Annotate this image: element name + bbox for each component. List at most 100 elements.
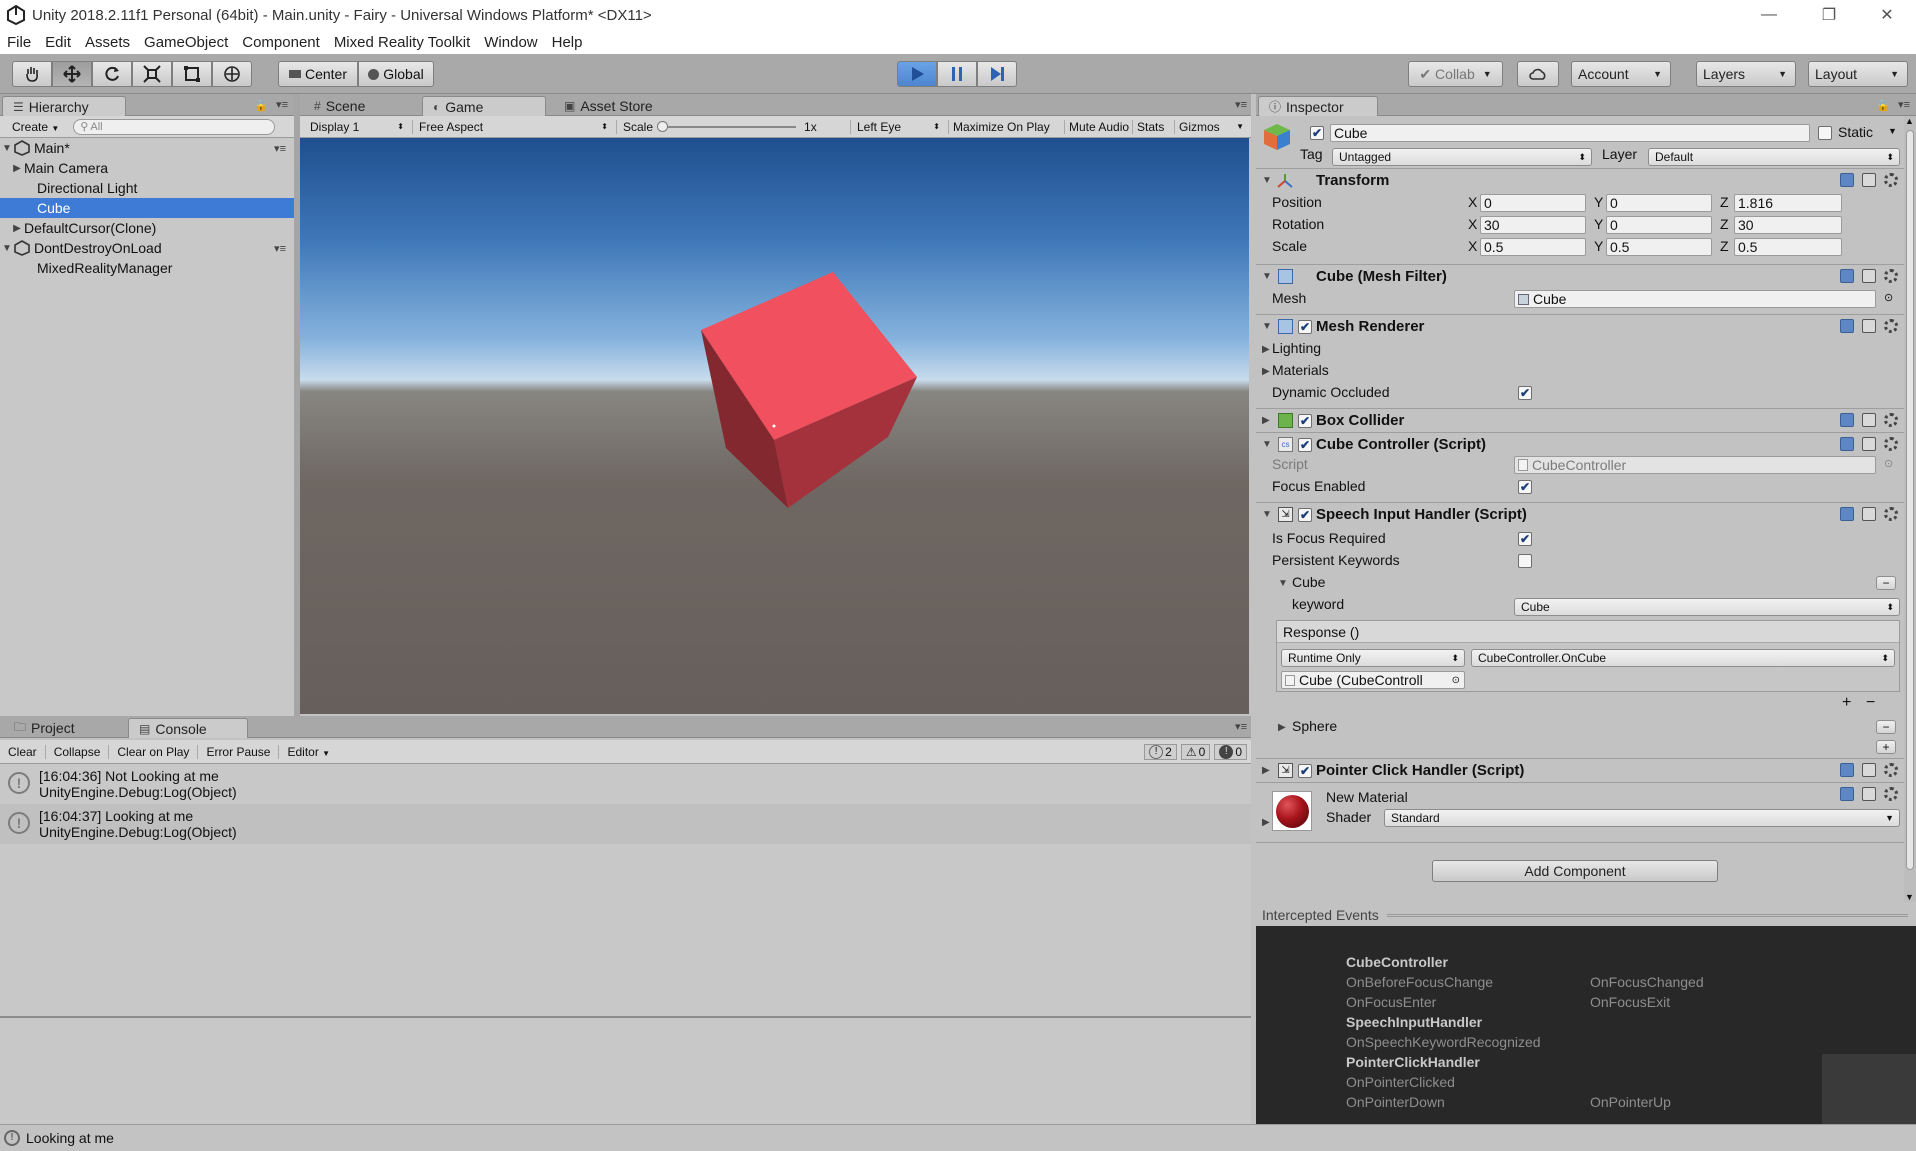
tab-scene[interactable]: # Scene [304, 96, 414, 116]
step-button[interactable] [977, 61, 1017, 87]
fold-arrow-icon[interactable]: ▼ [1278, 578, 1288, 589]
expand-arrow-icon[interactable]: ▶ [10, 163, 24, 174]
fold-arrow-icon[interactable]: ▼ [1262, 175, 1272, 186]
expand-arrow-icon[interactable]: ▶ [10, 223, 24, 234]
console-error-pause-button[interactable]: Error Pause [198, 744, 280, 759]
scale-z-field[interactable]: 0.5 [1734, 238, 1842, 256]
menu-assets[interactable]: Assets [78, 34, 137, 51]
console-clear-on-play-button[interactable]: Clear on Play [109, 744, 199, 759]
fold-arrow-icon[interactable]: ▶ [1262, 366, 1270, 377]
remove-keyword-button[interactable]: − [1876, 720, 1896, 734]
tab-hierarchy[interactable]: ☰ Hierarchy [2, 96, 126, 116]
hierarchy-item-main-camera[interactable]: ▶ Main Camera [0, 158, 294, 178]
fold-arrow-icon[interactable]: ▶ [1262, 765, 1270, 776]
maximize-button[interactable]: ❐ [1806, 0, 1852, 30]
menu-window[interactable]: Window [477, 34, 544, 51]
rect-tool-icon[interactable] [172, 61, 212, 87]
menu-component[interactable]: Component [235, 34, 327, 51]
preset-icon[interactable] [1862, 507, 1876, 521]
transform-component-header[interactable]: ▼ Transform [1256, 168, 1904, 192]
console-entry[interactable]: ! [16:04:36] Not Looking at me UnityEngi… [0, 764, 1251, 804]
gear-icon[interactable] [1884, 763, 1898, 777]
expand-arrow-icon[interactable]: ▼ [0, 243, 14, 254]
tab-asset-store[interactable]: ▣ Asset Store [554, 96, 694, 116]
box-collider-component-header[interactable]: ▶ ✔ Box Collider [1256, 408, 1904, 432]
rotation-y-field[interactable]: 0 [1606, 216, 1712, 234]
lighting-foldout[interactable]: Lighting [1272, 340, 1321, 356]
chevron-down-icon[interactable]: ▼ [1888, 126, 1897, 136]
warning-filter-toggle[interactable]: ⚠ 0 [1180, 743, 1211, 760]
keyword-group-foldout[interactable]: Cube [1292, 574, 1325, 590]
scene-menu-icon[interactable]: ▾≡ [274, 142, 286, 155]
mute-audio-toggle[interactable]: Mute Audio [1064, 119, 1133, 134]
hierarchy-item-mixed-reality-manager[interactable]: MixedRealityManager [0, 258, 294, 278]
materials-foldout[interactable]: Materials [1272, 362, 1329, 378]
scale-y-field[interactable]: 0.5 [1606, 238, 1712, 256]
keyword-dropdown[interactable]: Cube ⬍ [1514, 598, 1900, 616]
preset-icon[interactable] [1862, 763, 1876, 777]
fold-arrow-icon[interactable]: ▶ [1262, 817, 1270, 828]
preset-icon[interactable] [1862, 437, 1876, 451]
preset-icon[interactable] [1862, 787, 1876, 801]
console-entry[interactable]: ! [16:04:37] Looking at me UnityEngine.D… [0, 804, 1251, 844]
expand-arrow-icon[interactable]: ▼ [0, 143, 14, 154]
transform-all-tool-icon[interactable] [212, 61, 252, 87]
menu-gameobject[interactable]: GameObject [137, 34, 235, 51]
position-z-field[interactable]: 1.816 [1734, 194, 1842, 212]
eye-dropdown[interactable]: Left Eye ⬍ [850, 119, 944, 134]
pause-button[interactable] [937, 61, 977, 87]
scroll-down-icon[interactable]: ▼ [1905, 892, 1914, 902]
move-tool-icon[interactable] [52, 61, 92, 87]
panel-menu-icon[interactable]: ▾≡ [1898, 98, 1910, 111]
layout-dropdown[interactable]: Layout ▼ [1808, 61, 1908, 87]
tab-console[interactable]: ▤ Console [128, 718, 248, 738]
remove-keyword-button[interactable]: − [1876, 576, 1896, 590]
object-picker-icon[interactable]: ⊙ [1452, 675, 1460, 686]
layers-dropdown[interactable]: Layers ▼ [1696, 61, 1796, 87]
gear-icon[interactable] [1884, 507, 1898, 521]
component-enabled-checkbox[interactable]: ✔ [1298, 508, 1312, 522]
fold-arrow-icon[interactable]: ▼ [1262, 509, 1272, 520]
event-target-field[interactable]: Cube (CubeControll ⊙ [1281, 671, 1465, 689]
shader-dropdown[interactable]: Standard ▼ [1384, 809, 1900, 827]
game-view-viewport[interactable] [300, 138, 1249, 714]
preset-icon[interactable] [1862, 269, 1876, 283]
tag-dropdown[interactable]: Untagged ⬍ [1332, 148, 1592, 166]
cube-controller-component-header[interactable]: ▼ cs ✔ Cube Controller (Script) [1256, 432, 1904, 456]
layer-dropdown[interactable]: Default ⬍ [1648, 148, 1900, 166]
help-book-icon[interactable] [1840, 787, 1854, 801]
pivot-center-button[interactable]: Center [278, 61, 358, 87]
mesh-renderer-component-header[interactable]: ▼ ✔ Mesh Renderer [1256, 314, 1904, 338]
info-filter-toggle[interactable]: ! 2 [1144, 743, 1177, 760]
help-book-icon[interactable] [1840, 269, 1854, 283]
create-dropdown[interactable]: Create ▼ [12, 120, 59, 134]
menu-help[interactable]: Help [545, 34, 590, 51]
display-dropdown[interactable]: Display 1 ⬍ [304, 120, 408, 134]
stats-toggle[interactable]: Stats [1132, 119, 1168, 134]
component-enabled-checkbox[interactable]: ✔ [1298, 438, 1312, 452]
component-enabled-checkbox[interactable]: ✔ [1298, 414, 1312, 428]
minimize-button[interactable]: — [1746, 0, 1792, 30]
component-enabled-checkbox[interactable]: ✔ [1298, 320, 1312, 334]
account-dropdown[interactable]: Account ▼ [1571, 61, 1671, 87]
console-detail-splitter[interactable] [0, 1016, 1251, 1018]
object-picker-icon[interactable]: ⊙ [1884, 291, 1893, 304]
gear-icon[interactable] [1884, 787, 1898, 801]
console-editor-dropdown[interactable]: Editor ▼ [279, 745, 338, 759]
fold-arrow-icon[interactable]: ▼ [1262, 271, 1272, 282]
help-book-icon[interactable] [1840, 763, 1854, 777]
gameobject-active-checkbox[interactable]: ✔ [1310, 126, 1324, 140]
fold-arrow-icon[interactable]: ▶ [1278, 722, 1286, 733]
slider-handle[interactable] [657, 120, 669, 132]
runtime-mode-dropdown[interactable]: Runtime Only ⬍ [1281, 649, 1465, 667]
gear-icon[interactable] [1884, 269, 1898, 283]
focus-enabled-checkbox[interactable]: ✔ [1518, 480, 1532, 494]
speech-input-handler-component-header[interactable]: ▼ ⇲ ✔ Speech Input Handler (Script) [1256, 502, 1904, 526]
gizmos-dropdown[interactable]: Gizmos ▼ [1174, 119, 1248, 134]
maximize-on-play-toggle[interactable]: Maximize On Play [948, 119, 1054, 134]
gameobject-name-field[interactable]: Cube [1330, 124, 1810, 142]
scene-menu-icon[interactable]: ▾≡ [274, 242, 286, 255]
help-book-icon[interactable] [1840, 413, 1854, 427]
panel-menu-icon[interactable]: ▾≡ [276, 98, 288, 111]
gear-icon[interactable] [1884, 413, 1898, 427]
